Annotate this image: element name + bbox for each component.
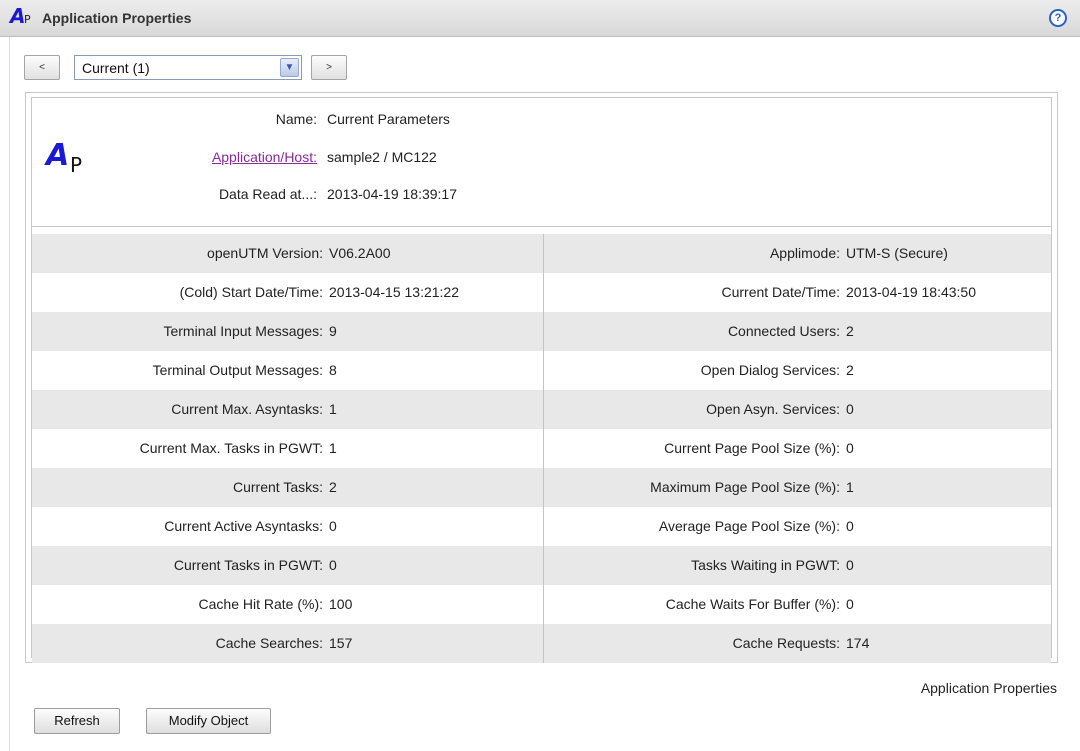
logo-letter-p: P: [70, 153, 83, 177]
property-label: Current Date/Time:: [721, 284, 840, 300]
help-icon[interactable]: ?: [1049, 9, 1067, 27]
table-row: Terminal Output Messages: 8 Open Dialog …: [32, 351, 1051, 390]
table-row: (Cold) Start Date/Time: 2013-04-15 13:21…: [32, 273, 1051, 312]
table-row: openUTM Version: V06.2A00 Applimode: UTM…: [32, 234, 1051, 273]
property-value: V06.2A00: [329, 245, 391, 261]
property-value: 2: [846, 362, 854, 378]
page-title: Application Properties: [42, 10, 192, 26]
property-value: 0: [846, 440, 854, 456]
property-value: 0: [846, 518, 854, 534]
table-row: Cache Hit Rate (%): 100 Cache Waits For …: [32, 585, 1051, 624]
property-label: Current Max. Asyntasks:: [171, 401, 323, 417]
title-bar: A P Application Properties ?: [0, 0, 1080, 37]
property-label: Terminal Input Messages:: [163, 323, 323, 339]
property-label: Cache Searches:: [215, 635, 323, 651]
property-label: Connected Users:: [727, 323, 840, 339]
table-row: Current Max. Asyntasks: 1 Open Asyn. Ser…: [32, 390, 1051, 429]
table-row: Current Max. Tasks in PGWT: 1 Current Pa…: [32, 429, 1051, 468]
property-label: Open Asyn. Services:: [706, 401, 840, 417]
properties-inner-frame: A P Name: Current Parameters Application…: [31, 97, 1052, 663]
property-value: 8: [329, 362, 337, 378]
property-value: 1: [329, 401, 337, 417]
property-value: 2013-04-19 18:43:50: [846, 284, 976, 300]
logo-letter-p: P: [24, 13, 31, 26]
data-read-label: Data Read at...:: [218, 186, 317, 202]
property-value: 0: [846, 557, 854, 573]
property-value: 2013-04-15 13:21:22: [329, 284, 459, 300]
app-properties-icon: A P: [10, 4, 38, 28]
property-value: 2: [329, 479, 337, 495]
logo-letter-a: A: [46, 138, 70, 173]
select-value: Current (1): [82, 60, 150, 76]
name-value: Current Parameters: [327, 111, 450, 127]
property-label: Applimode:: [769, 245, 840, 261]
property-value: 100: [329, 596, 353, 612]
property-value: 0: [329, 518, 337, 534]
property-label: (Cold) Start Date/Time:: [179, 284, 323, 300]
property-label: Open Dialog Services:: [700, 362, 840, 378]
header-divider: [32, 226, 1051, 227]
application-host-value: sample2 / MC122: [327, 149, 437, 165]
footer-caption: Application Properties: [920, 680, 1057, 696]
property-label: Maximum Page Pool Size (%):: [650, 479, 840, 495]
property-label: Average Page Pool Size (%):: [658, 518, 840, 534]
left-border: [9, 37, 10, 751]
parameter-set-select[interactable]: Current (1) ▼: [74, 55, 302, 80]
table-row: Cache Searches: 157 Cache Requests: 174: [32, 624, 1051, 663]
property-label: Cache Requests:: [732, 635, 840, 651]
previous-button[interactable]: <: [24, 55, 60, 80]
modify-object-button[interactable]: Modify Object: [146, 708, 271, 734]
next-button[interactable]: >: [311, 55, 347, 80]
application-icon: A P: [46, 138, 106, 178]
property-label: Cache Waits For Buffer (%):: [665, 596, 840, 612]
table-row: Terminal Input Messages: 9 Connected Use…: [32, 312, 1051, 351]
property-label: Current Tasks:: [233, 479, 323, 495]
refresh-button[interactable]: Refresh: [34, 708, 120, 734]
property-value: 1: [329, 440, 337, 456]
property-value: 174: [846, 635, 870, 651]
property-value: 1: [846, 479, 854, 495]
property-value: 157: [329, 635, 353, 651]
property-value: 9: [329, 323, 337, 339]
property-label: openUTM Version:: [207, 245, 323, 261]
property-value: UTM-S (Secure): [846, 245, 948, 261]
column-separator: [543, 234, 544, 663]
property-label: Current Tasks in PGWT:: [173, 557, 323, 573]
property-label: Current Page Pool Size (%):: [664, 440, 840, 456]
property-label: Cache Hit Rate (%):: [198, 596, 323, 612]
property-label: Tasks Waiting in PGWT:: [691, 557, 840, 573]
table-row: Current Active Asyntasks: 0 Average Page…: [32, 507, 1051, 546]
table-row: Current Tasks in PGWT: 0 Tasks Waiting i…: [32, 546, 1051, 585]
name-label: Name:: [275, 111, 317, 127]
property-label: Current Active Asyntasks:: [164, 518, 323, 534]
application-host-link[interactable]: Application/Host:: [212, 149, 317, 165]
property-label: Current Max. Tasks in PGWT:: [139, 440, 323, 456]
table-row: Current Tasks: 2 Maximum Page Pool Size …: [32, 468, 1051, 507]
data-read-value: 2013-04-19 18:39:17: [327, 186, 457, 202]
property-value: 0: [846, 596, 854, 612]
property-value: 2: [846, 323, 854, 339]
property-value: 0: [329, 557, 337, 573]
chevron-down-icon[interactable]: ▼: [280, 58, 299, 77]
property-value: 0: [846, 401, 854, 417]
properties-panel: A P Name: Current Parameters Application…: [25, 92, 1058, 663]
property-label: Terminal Output Messages:: [152, 362, 323, 378]
